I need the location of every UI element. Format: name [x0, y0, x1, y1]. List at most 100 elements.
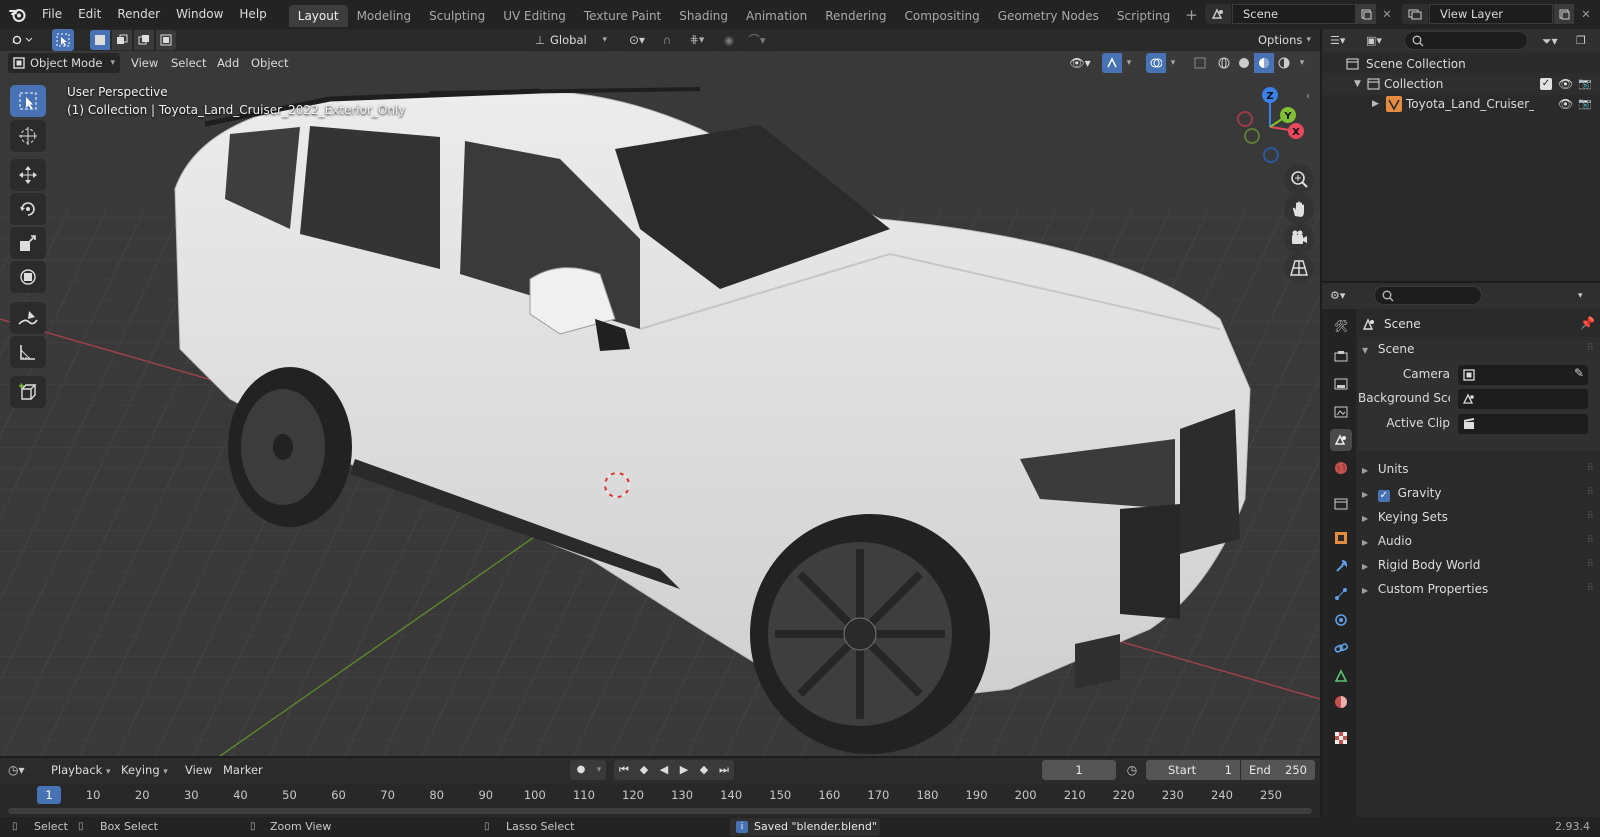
- tool-cursor[interactable]: [10, 120, 46, 152]
- tab-scripting[interactable]: Scripting: [1108, 5, 1179, 27]
- outliner-row-collection[interactable]: ▼ Collection ✓ 👁 📷: [1322, 73, 1600, 95]
- shading-material-icon[interactable]: [1254, 53, 1274, 73]
- exclude-checkbox[interactable]: ✓: [1540, 78, 1552, 90]
- active-clip-field[interactable]: [1458, 414, 1588, 434]
- menu-help[interactable]: Help: [231, 0, 274, 29]
- remove-view-layer-icon[interactable]: ✕: [1577, 4, 1595, 24]
- snap-target-icon[interactable]: ⋕▾: [680, 30, 714, 50]
- tool-move[interactable]: [10, 159, 46, 191]
- drag-handle-icon[interactable]: ⠿: [1587, 577, 1594, 601]
- camera-field[interactable]: ✎: [1458, 365, 1588, 385]
- shading-dropdown-icon[interactable]: ▾: [1294, 53, 1310, 73]
- tool-measure[interactable]: [10, 336, 46, 368]
- jump-keyframe-next-icon[interactable]: ◆: [694, 760, 714, 780]
- jump-keyframe-prev-icon[interactable]: ◆: [634, 760, 654, 780]
- status-message[interactable]: i Saved "blender.blend": [730, 818, 880, 836]
- drag-handle-icon[interactable]: ⠿: [1587, 505, 1594, 529]
- jump-start-icon[interactable]: ⏮: [614, 760, 634, 780]
- eye-icon[interactable]: 👁: [1558, 73, 1573, 95]
- playhead[interactable]: 1: [37, 786, 61, 804]
- eyedropper-icon[interactable]: ✎: [1574, 366, 1584, 380]
- gravity-panel-header[interactable]: ▶ ✓ Gravity ⠿: [1358, 481, 1600, 505]
- shading-solid-icon[interactable]: [1234, 53, 1254, 73]
- tab-scene-icon[interactable]: [1330, 429, 1352, 451]
- drag-handle-icon[interactable]: ⠿: [1587, 529, 1594, 553]
- tab-particles-icon[interactable]: [1330, 583, 1352, 605]
- new-collection-icon[interactable]: ❐: [1576, 32, 1594, 50]
- play-reverse-icon[interactable]: ◀: [654, 760, 674, 780]
- tab-render-icon[interactable]: [1330, 345, 1352, 367]
- tab-object-icon[interactable]: [1330, 527, 1352, 549]
- play-icon[interactable]: ▶: [674, 760, 694, 780]
- units-panel-header[interactable]: ▶ Units ⠿: [1358, 457, 1600, 481]
- editor-type-icon[interactable]: [8, 30, 38, 50]
- tool-transform[interactable]: [10, 261, 46, 293]
- camera-view-icon[interactable]: [1284, 223, 1314, 253]
- scene-selector-icon[interactable]: [1205, 4, 1231, 24]
- tool-select-box[interactable]: [10, 85, 46, 117]
- properties-editor-type-icon[interactable]: ⚙▾: [1330, 287, 1360, 305]
- custom-properties-panel-header[interactable]: ▶ Custom Properties ⠿: [1358, 577, 1600, 601]
- scene-panel-header[interactable]: ▼ Scene ⠿: [1358, 337, 1600, 361]
- view-layer-icon[interactable]: [1402, 4, 1428, 24]
- select-new-icon[interactable]: [90, 30, 110, 50]
- filter-icon[interactable]: ⏷▾: [1542, 32, 1572, 50]
- tab-uv-editing[interactable]: UV Editing: [494, 5, 575, 27]
- navigation-gizmo[interactable]: Z Y X: [1232, 81, 1312, 171]
- tab-geometry-nodes[interactable]: Geometry Nodes: [989, 5, 1108, 27]
- proportional-edit-icon[interactable]: ◉: [718, 30, 740, 50]
- timeline-menu-view[interactable]: View: [178, 758, 219, 782]
- outliner-row-object[interactable]: ▶ Toyota_Land_Cruiser_202 👁 📷: [1322, 93, 1600, 115]
- menu-file[interactable]: File: [34, 0, 70, 29]
- tab-layout[interactable]: Layout: [288, 5, 348, 27]
- auto-keying-icon[interactable]: ●: [570, 760, 592, 780]
- drag-handle-icon[interactable]: ⠿: [1587, 457, 1594, 481]
- timeline-scrollbar[interactable]: [8, 808, 1312, 814]
- tab-modifier-icon[interactable]: [1330, 555, 1352, 577]
- tool-scale[interactable]: [10, 227, 46, 259]
- timeline-menu-keying[interactable]: Keying ▾: [114, 758, 175, 782]
- tab-physics-icon[interactable]: [1330, 609, 1352, 631]
- eye-icon[interactable]: 👁: [1558, 93, 1573, 115]
- properties-search-input[interactable]: [1374, 286, 1482, 305]
- sidebar-toggle-icon[interactable]: ‹: [1306, 91, 1310, 102]
- select-extend-icon[interactable]: [112, 30, 132, 50]
- zoom-icon[interactable]: [1284, 164, 1314, 194]
- options-dropdown[interactable]: Options ▾: [1250, 30, 1316, 50]
- tab-constraints-icon[interactable]: [1330, 637, 1352, 659]
- tab-collection-icon[interactable]: [1330, 493, 1352, 515]
- remove-scene-icon[interactable]: ✕: [1378, 4, 1396, 24]
- timeline-menu-marker[interactable]: Marker: [216, 758, 270, 782]
- drag-handle-icon[interactable]: ⠿: [1587, 553, 1594, 577]
- timeline-menu-playback[interactable]: Playback ▾: [44, 758, 118, 782]
- new-scene-icon[interactable]: [1356, 4, 1376, 24]
- tool-add-cube[interactable]: [10, 376, 46, 408]
- visibility-selectability-icon[interactable]: 👁▾: [1064, 54, 1096, 72]
- viewport-menu-view[interactable]: View: [124, 51, 165, 75]
- transform-orientation-dropdown[interactable]: ⊥ Global ▾: [530, 30, 612, 50]
- tab-material-icon[interactable]: [1330, 691, 1352, 713]
- tab-tool-icon[interactable]: 🛠: [1330, 315, 1352, 337]
- menu-render[interactable]: Render: [109, 0, 168, 29]
- falloff-icon[interactable]: ⌒▾: [742, 30, 772, 50]
- tab-view-layer-icon[interactable]: [1330, 401, 1352, 423]
- gizmo-toggle-icon[interactable]: [1102, 53, 1122, 73]
- preview-range-icon[interactable]: ◷: [1122, 760, 1142, 780]
- end-frame-field[interactable]: End 250: [1241, 760, 1315, 780]
- properties-options-icon[interactable]: ▾: [1578, 287, 1594, 305]
- pan-hand-icon[interactable]: [1284, 194, 1314, 224]
- menu-window[interactable]: Window: [168, 0, 231, 29]
- tab-modeling[interactable]: Modeling: [348, 5, 421, 27]
- 3d-viewport[interactable]: ⊥ Global ▾ ⊙▾ ∩ ⋕▾ ◉ ⌒▾ Options ▾ Object…: [0, 29, 1320, 756]
- tab-compositing[interactable]: Compositing: [895, 5, 988, 27]
- drag-handle-icon[interactable]: ⠿: [1587, 481, 1594, 505]
- drag-handle-icon[interactable]: ⠿: [1587, 337, 1594, 361]
- tab-shading[interactable]: Shading: [670, 5, 737, 27]
- snap-icon[interactable]: ∩: [656, 30, 678, 50]
- object-mode-dropdown[interactable]: Object Mode ▾: [8, 53, 120, 73]
- select-tool-icon[interactable]: [52, 29, 74, 51]
- select-invert-icon[interactable]: [156, 30, 176, 50]
- viewport-menu-add[interactable]: Add: [210, 51, 246, 75]
- jump-end-icon[interactable]: ⏭: [714, 760, 734, 780]
- object-expand-icon[interactable]: ▶: [1372, 93, 1379, 115]
